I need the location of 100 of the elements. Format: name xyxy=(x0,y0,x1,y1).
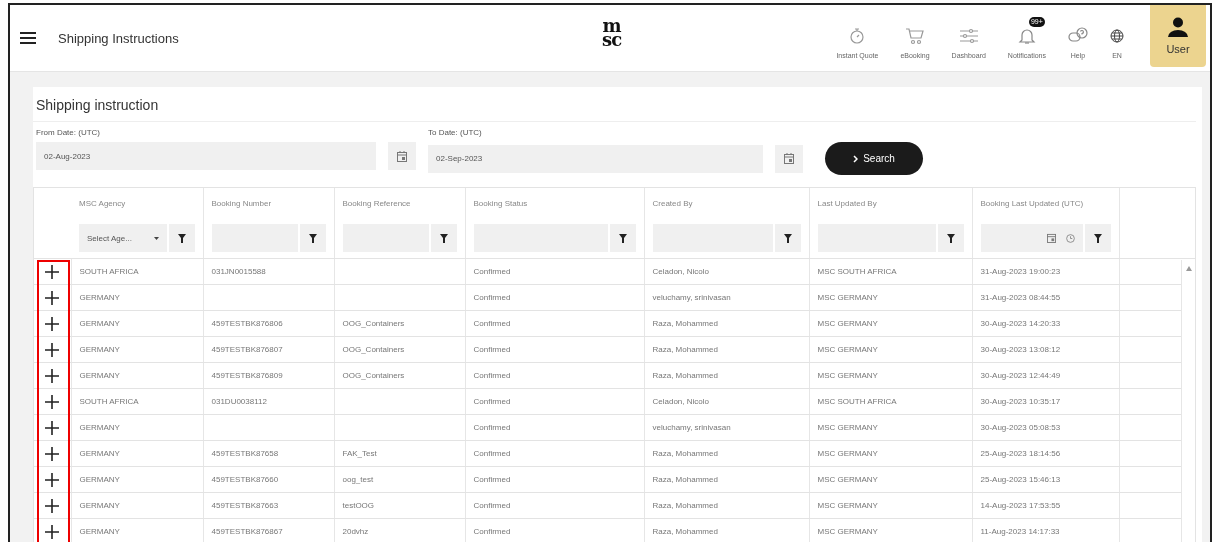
table-cell: 25-Aug-2023 15:46:13 xyxy=(980,475,1061,484)
calendar-icon xyxy=(397,150,407,162)
calendar-button[interactable] xyxy=(775,144,803,173)
help-icon xyxy=(1068,27,1088,45)
table-cell: 459TESTBK87663 xyxy=(211,501,279,510)
bell-icon xyxy=(1017,27,1036,45)
expand-plus-icon[interactable] xyxy=(45,472,60,487)
filter-button[interactable] xyxy=(609,224,636,252)
calendar-icon[interactable] xyxy=(1046,233,1056,243)
cart-icon xyxy=(905,27,925,45)
table-cell: 30-Aug-2023 14:20:33 xyxy=(980,319,1061,328)
table-cell: Raza, Mohammed xyxy=(652,371,718,380)
table-cell: OOG_Containers xyxy=(342,345,405,354)
table-cell: Raza, Mohammed xyxy=(652,319,718,328)
table-cell: 20dvhz xyxy=(342,527,369,536)
field-label: From Date: (UTC) xyxy=(36,128,101,137)
column-header[interactable]: Booking Reference xyxy=(334,188,465,218)
expand-plus-icon[interactable] xyxy=(45,420,60,435)
date-field[interactable]: 02-Sep-2023 xyxy=(428,144,763,173)
table-cell: Confirmed xyxy=(473,423,511,432)
table-cell: Raza, Mohammed xyxy=(652,527,718,536)
filter-icon xyxy=(1093,233,1102,243)
column-header[interactable]: Booking Number xyxy=(203,188,334,218)
calendar-button[interactable] xyxy=(388,142,416,170)
table-cell: Confirmed xyxy=(473,527,511,536)
table-cell: FAK_Test xyxy=(342,449,377,458)
table-cell: 11-Aug-2023 14:17:33 xyxy=(980,527,1060,536)
table-cell: SOUTH AFRICA xyxy=(79,267,139,276)
table-cell: 30-Aug-2023 13:08:12 xyxy=(980,345,1061,354)
filter-icon xyxy=(439,233,448,243)
table-cell: Confirmed xyxy=(473,345,511,354)
filter-button[interactable] xyxy=(774,224,801,252)
filter-button[interactable] xyxy=(168,224,195,252)
app-title: Shipping Instructions xyxy=(58,30,179,46)
table-cell: Confirmed xyxy=(473,449,511,458)
agency-dropdown[interactable]: Select Age... xyxy=(79,224,167,252)
filter-icon xyxy=(308,233,317,243)
table-cell: 31-Aug-2023 19:00:23 xyxy=(980,267,1061,276)
user-icon xyxy=(1167,17,1189,37)
table-cell: MSC GERMANY xyxy=(817,501,878,510)
logo[interactable]: m sc xyxy=(602,19,622,47)
table-cell: GERMANY xyxy=(79,345,120,354)
sliders-icon xyxy=(958,28,979,44)
table-cell: GERMANY xyxy=(79,319,120,328)
filter-icon xyxy=(618,233,627,243)
table-cell: 30-Aug-2023 12:44:49 xyxy=(980,371,1061,380)
table-cell: Confirmed xyxy=(473,371,511,380)
scrollbar[interactable] xyxy=(1181,260,1195,542)
table-cell: MSC GERMANY xyxy=(817,475,878,484)
calendar-icon xyxy=(784,153,794,164)
filter-button[interactable] xyxy=(937,224,964,252)
expand-plus-icon[interactable] xyxy=(45,342,60,357)
user-button[interactable]: User xyxy=(1150,5,1206,67)
table-cell: SOUTH AFRICA xyxy=(79,397,139,406)
expand-plus-icon[interactable] xyxy=(45,446,60,461)
filter-field[interactable] xyxy=(980,224,1083,252)
expand-plus-icon[interactable] xyxy=(45,264,60,279)
table-cell: GERMANY xyxy=(79,371,120,380)
column-header[interactable]: Created By xyxy=(644,188,809,218)
search-button[interactable]: Search xyxy=(825,142,923,175)
column-header[interactable]: Booking Status xyxy=(465,188,644,218)
expand-plus-icon[interactable] xyxy=(45,394,60,409)
table-cell: Confirmed xyxy=(473,397,511,406)
table-cell: 459TESTBK876809 xyxy=(211,371,283,380)
filter-button[interactable] xyxy=(430,224,457,252)
table-cell: Confirmed xyxy=(473,501,511,510)
expand-plus-icon[interactable] xyxy=(45,498,60,513)
date-field[interactable]: 02-Aug-2023 xyxy=(36,142,376,170)
column-header[interactable]: MSC Agency xyxy=(71,188,203,218)
table-cell: 14-Aug-2023 17:53:55 xyxy=(980,501,1061,510)
column-header[interactable]: Booking Last Updated (UTC) xyxy=(972,188,1119,218)
table-cell: MSC GERMANY xyxy=(817,293,878,302)
table-cell: GERMANY xyxy=(79,475,120,484)
table-cell: Confirmed xyxy=(473,319,511,328)
table-cell: 459TESTBK87658 xyxy=(211,449,279,458)
menu-icon[interactable] xyxy=(20,32,36,44)
table-cell: Raza, Mohammed xyxy=(652,475,718,484)
table-cell: 031JN0015588 xyxy=(211,267,266,276)
table-cell: OOG_Containers xyxy=(342,371,405,380)
filter-button[interactable] xyxy=(1084,224,1111,252)
table-cell: 31-Aug-2023 08:44:55 xyxy=(980,293,1061,302)
table-cell: Raza, Mohammed xyxy=(652,501,718,510)
table-cell: 031DU0038112 xyxy=(211,397,267,406)
table-cell: MSC GERMANY xyxy=(817,345,878,354)
expand-plus-icon[interactable] xyxy=(45,316,60,331)
globe-icon xyxy=(1110,29,1124,43)
expand-plus-icon[interactable] xyxy=(45,290,60,305)
table-cell: 459TESTBK876806 xyxy=(211,319,283,328)
table-cell: GERMANY xyxy=(79,293,120,302)
table-cell: MSC SOUTH AFRICA xyxy=(817,397,897,406)
table-cell: OOG_Containers xyxy=(342,319,405,328)
expand-plus-icon[interactable] xyxy=(45,368,60,383)
table-cell: oog_test xyxy=(342,475,374,484)
chevron-icon xyxy=(853,154,859,163)
filter-button[interactable] xyxy=(299,224,326,252)
scroll-up-icon[interactable] xyxy=(1185,266,1192,271)
column-header[interactable]: Last Updated By xyxy=(809,188,972,218)
expand-plus-icon[interactable] xyxy=(45,524,60,539)
table-cell: Celadon, Nicolo xyxy=(652,267,709,276)
table-cell: Celadon, Nicolo xyxy=(652,397,709,406)
